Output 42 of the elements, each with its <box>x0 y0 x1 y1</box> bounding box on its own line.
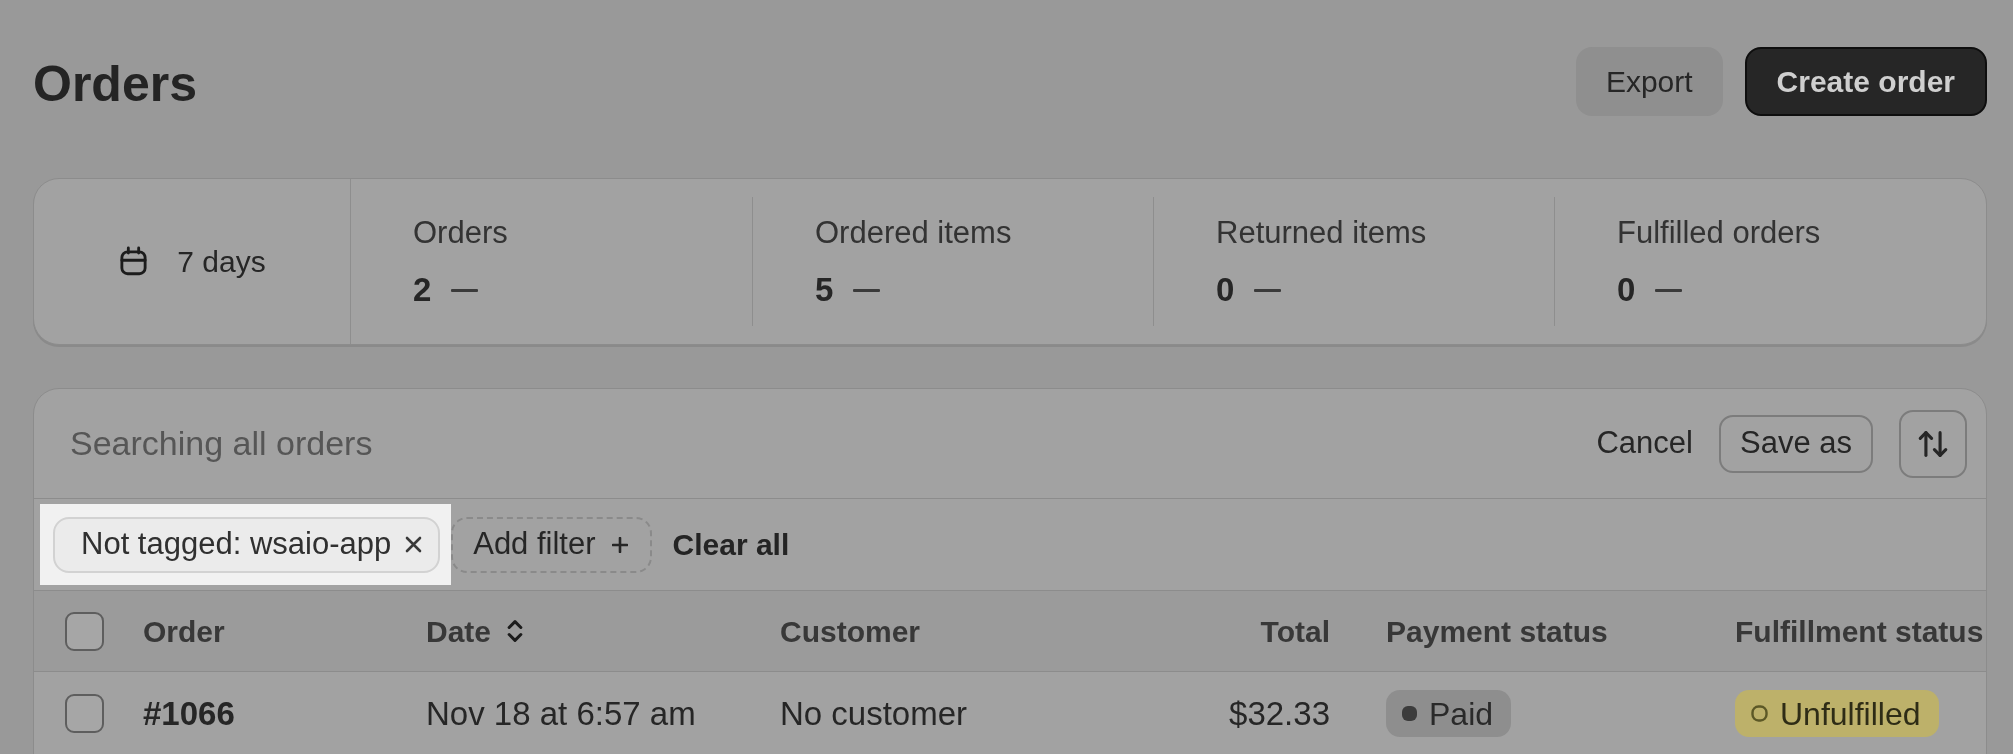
column-header: Payment status <box>1386 613 1608 650</box>
metric-value: 2 <box>413 271 432 309</box>
clear-all-link[interactable]: Clear all <box>672 522 790 567</box>
calendar-icon <box>118 246 150 277</box>
metric-label: Returned items <box>1216 214 1428 252</box>
table-cell-text: Nov 18 at 6:57 am <box>426 693 696 734</box>
metric-label: Orders <box>413 214 509 252</box>
date-range-button[interactable]: 7 days <box>34 179 351 344</box>
filter-tag[interactable]: Not tagged: wsaio-app <box>53 516 441 573</box>
table-cell-text: #1066 <box>143 693 235 734</box>
checkbox[interactable] <box>65 611 104 651</box>
metric-label: Ordered items <box>815 214 1013 252</box>
date-range-label: 7 days <box>177 244 266 280</box>
dash-icon <box>853 288 881 292</box>
metric-value: 5 <box>815 271 834 309</box>
column-header: Total <box>1260 613 1330 650</box>
column-header: Customer <box>780 613 921 650</box>
outlined-button[interactable]: Save as <box>1719 414 1873 473</box>
column-header: Fulfillment status <box>1735 613 1984 650</box>
dash-icon <box>1254 288 1282 292</box>
primary-button[interactable]: Create order <box>1744 47 1987 116</box>
metric-value: 0 <box>1617 271 1636 309</box>
plus-icon <box>611 536 628 553</box>
column-header: Date <box>426 613 492 650</box>
add-filter-button[interactable]: Add filter <box>451 516 652 573</box>
column-header: Order <box>143 613 225 650</box>
page-title: Orders <box>33 58 197 109</box>
checkbox[interactable] <box>65 694 104 733</box>
status-badge: Paid <box>1386 690 1512 737</box>
dash-icon <box>1655 288 1683 292</box>
table-cell-text: No customer <box>780 693 968 734</box>
status-badge: Unfulfilled <box>1735 690 1939 737</box>
metric-value: 0 <box>1216 271 1235 309</box>
close-icon <box>405 536 423 553</box>
secondary-button[interactable]: Export <box>1575 47 1723 116</box>
search-field[interactable]: Searching all orders <box>70 418 1597 469</box>
dash-icon <box>451 288 479 292</box>
table-cell-text: $32.33 <box>1229 693 1330 734</box>
metric-label: Fulfilled orders <box>1617 214 1822 252</box>
ring-icon <box>1751 705 1768 722</box>
text-button[interactable]: Cancel <box>1596 414 1693 473</box>
sort-button[interactable] <box>1899 409 1967 478</box>
